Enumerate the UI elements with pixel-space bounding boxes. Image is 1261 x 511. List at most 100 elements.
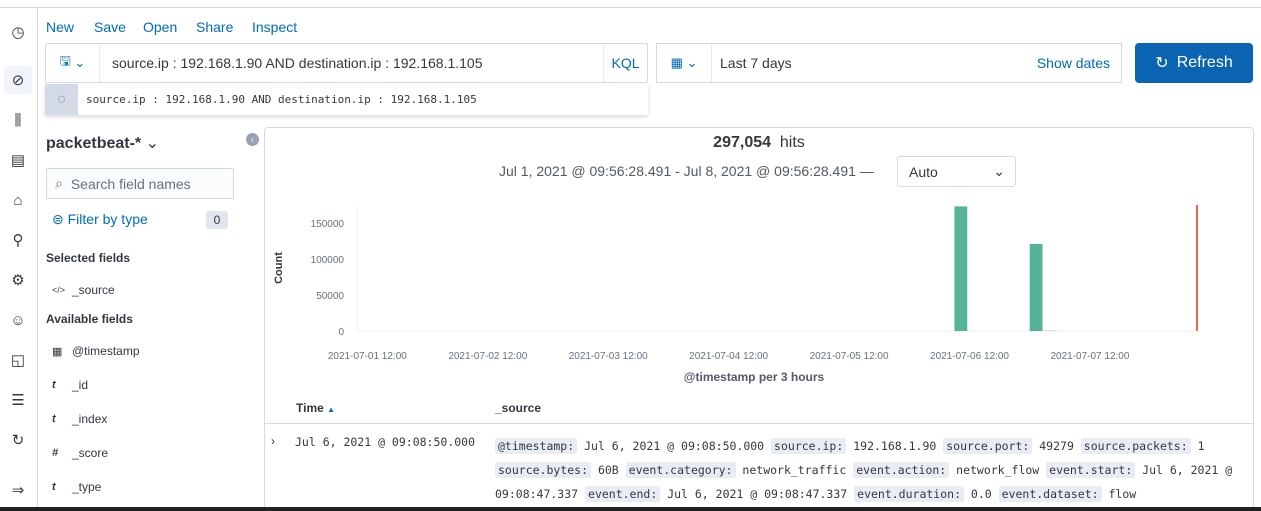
save-link[interactable]: Save xyxy=(94,19,126,35)
expand-nav-icon[interactable]: ⇒ xyxy=(4,476,32,504)
hits-count: 297,054 hits xyxy=(264,134,1254,152)
string-type-icon: t xyxy=(52,379,56,391)
field-value: 49279 xyxy=(1032,439,1081,453)
y-tick-label: 50000 xyxy=(316,291,344,302)
expand-row-icon[interactable]: › xyxy=(271,434,275,448)
uptime-icon[interactable]: ↻ xyxy=(4,426,32,454)
collapse-sidebar-icon[interactable]: ‹ xyxy=(246,133,259,146)
filter-label: Filter by type xyxy=(67,211,148,227)
x-tick-label: 2021-07-06 12:00 xyxy=(930,351,1009,362)
available-fields-heading: Available fields xyxy=(46,312,133,326)
refresh-label: Refresh xyxy=(1176,54,1233,71)
field-timestamp[interactable]: ▦ @timestamp xyxy=(52,344,140,358)
query-input[interactable]: source.ip : 192.168.1.90 AND destination… xyxy=(100,55,603,71)
new-link[interactable]: New xyxy=(46,19,74,35)
date-picker: ▦ ⌄ Last 7 days Show dates xyxy=(656,43,1122,83)
visualize-icon[interactable]: ⫼ xyxy=(4,106,32,134)
histogram-bar xyxy=(1044,330,1058,331)
field-type[interactable]: t _type xyxy=(52,480,101,494)
field-name: _index xyxy=(72,412,108,426)
hits-number: 297,054 xyxy=(713,134,772,151)
search-icon: ⌕ xyxy=(55,175,63,191)
table-header xyxy=(264,396,1254,424)
row-time: Jul 6, 2021 @ 09:08:50.000 xyxy=(295,435,476,449)
histogram-bar xyxy=(954,206,968,331)
chevron-down-icon: ⌄ xyxy=(686,55,698,70)
side-nav: ◷ ⊘ ⫼ ▤ ⌂ ⚲ ⚙ ☺ ◱ ☰ ↻ ⇒ xyxy=(0,8,38,511)
quick-menu-button[interactable]: ▦ ⌄ xyxy=(657,44,712,82)
open-link[interactable]: Open xyxy=(143,19,177,35)
x-tick-label: 2021-07-04 12:00 xyxy=(689,351,768,362)
inspect-link[interactable]: Inspect xyxy=(252,19,297,35)
hits-label: hits xyxy=(779,134,805,151)
source-column-header: _source xyxy=(495,401,542,415)
ml-icon[interactable]: ⚙ xyxy=(4,266,32,294)
field-name: _type xyxy=(72,480,102,494)
filter-count-badge: 0 xyxy=(206,211,228,229)
clock-icon[interactable]: ◷ xyxy=(4,18,32,46)
dashboard-icon[interactable]: ▤ xyxy=(4,146,32,174)
query-bar: 🖫 ⌄ source.ip : 192.168.1.90 AND destina… xyxy=(45,43,648,83)
field-value: Jul 6, 2021 @ 09:08:50.000 xyxy=(577,439,772,453)
field-key: event.end: xyxy=(585,486,661,502)
x-tick-label: 2021-07-07 12:00 xyxy=(1050,351,1129,362)
siem-icon[interactable]: ◱ xyxy=(4,346,32,374)
sort-ascending-icon[interactable]: ▲ xyxy=(327,405,335,414)
chevron-down-icon: ⌄ xyxy=(993,163,1005,179)
y-tick-label: 0 xyxy=(338,327,344,338)
field-search-input[interactable]: ⌕ Search field names xyxy=(46,168,234,199)
refresh-icon: ↻ xyxy=(1155,55,1169,72)
query-suggestion[interactable]: ○ source.ip : 192.168.1.90 AND destinati… xyxy=(45,84,648,115)
kql-button[interactable]: KQL xyxy=(603,44,647,82)
time-column-header[interactable]: Time ▲ xyxy=(296,401,335,415)
maps-icon[interactable]: ⚲ xyxy=(4,226,32,254)
suggestion-text: source.ip : 192.168.1.90 AND destination… xyxy=(86,93,477,106)
field-index[interactable]: t _index xyxy=(52,412,107,426)
canvas-icon[interactable]: ⌂ xyxy=(4,186,32,214)
show-dates-link[interactable]: Show dates xyxy=(1037,55,1121,71)
x-tick-label: 2021-07-05 12:00 xyxy=(810,351,889,362)
number-type-icon: # xyxy=(52,447,59,459)
refresh-button[interactable]: ↻ Refresh xyxy=(1135,43,1253,83)
field-key: source.packets: xyxy=(1080,438,1191,454)
x-tick-label: 2021-07-01 12:00 xyxy=(328,351,407,362)
field-key: source.bytes: xyxy=(495,462,592,478)
chevron-down-icon: ⌄ xyxy=(74,55,86,70)
field-key: event.action: xyxy=(853,462,950,478)
filter-by-type-button[interactable]: ⊜ Filter by type xyxy=(52,211,148,228)
field-key: event.duration: xyxy=(854,486,964,502)
field-key: @timestamp: xyxy=(495,438,578,454)
selected-fields-heading: Selected fields xyxy=(46,251,131,265)
field-value: 1 xyxy=(1190,439,1205,453)
field-key: event.dataset: xyxy=(998,486,1102,502)
interval-select[interactable]: Auto ⌄ xyxy=(897,156,1016,187)
histogram-bar xyxy=(1029,243,1043,331)
histogram-chart: 0 50000 100000 150000 2021-07-01 12:00 2021-0… xyxy=(273,205,1200,384)
saved-query-button[interactable]: 🖫 ⌄ xyxy=(46,44,100,82)
y-tick-label: 100000 xyxy=(311,255,345,266)
index-pattern-selector[interactable]: packetbeat-* ⌄ xyxy=(46,133,159,153)
logs-icon[interactable]: ☰ xyxy=(4,386,32,414)
x-axis-label: @timestamp per 3 hours xyxy=(684,370,825,384)
field-name: _source xyxy=(72,283,115,297)
chevron-down-icon: ⌄ xyxy=(145,135,160,152)
string-type-icon: t xyxy=(52,413,56,425)
field-name: @timestamp xyxy=(72,344,140,358)
field-value: 0.0 xyxy=(964,487,999,501)
share-link[interactable]: Share xyxy=(196,19,233,35)
field-name: _score xyxy=(72,446,109,460)
search-icon: ○ xyxy=(45,84,78,115)
field-score[interactable]: # _score xyxy=(52,446,108,460)
time-header-label: Time xyxy=(296,401,324,415)
field-key: source.ip: xyxy=(771,438,847,454)
discover-compass-icon[interactable]: ⊘ xyxy=(4,66,32,94)
bottom-edge xyxy=(0,507,1261,511)
field-value: 192.168.1.90 xyxy=(846,439,944,453)
y-axis-label: Count xyxy=(273,252,285,284)
user-icon[interactable]: ☺ xyxy=(4,306,32,334)
x-tick-label: 2021-07-03 12:00 xyxy=(569,351,648,362)
interval-value: Auto xyxy=(909,163,938,180)
field-source[interactable]: </> _source xyxy=(52,283,115,297)
field-id[interactable]: t _id xyxy=(52,378,88,392)
date-range-label: Last 7 days xyxy=(720,55,792,71)
